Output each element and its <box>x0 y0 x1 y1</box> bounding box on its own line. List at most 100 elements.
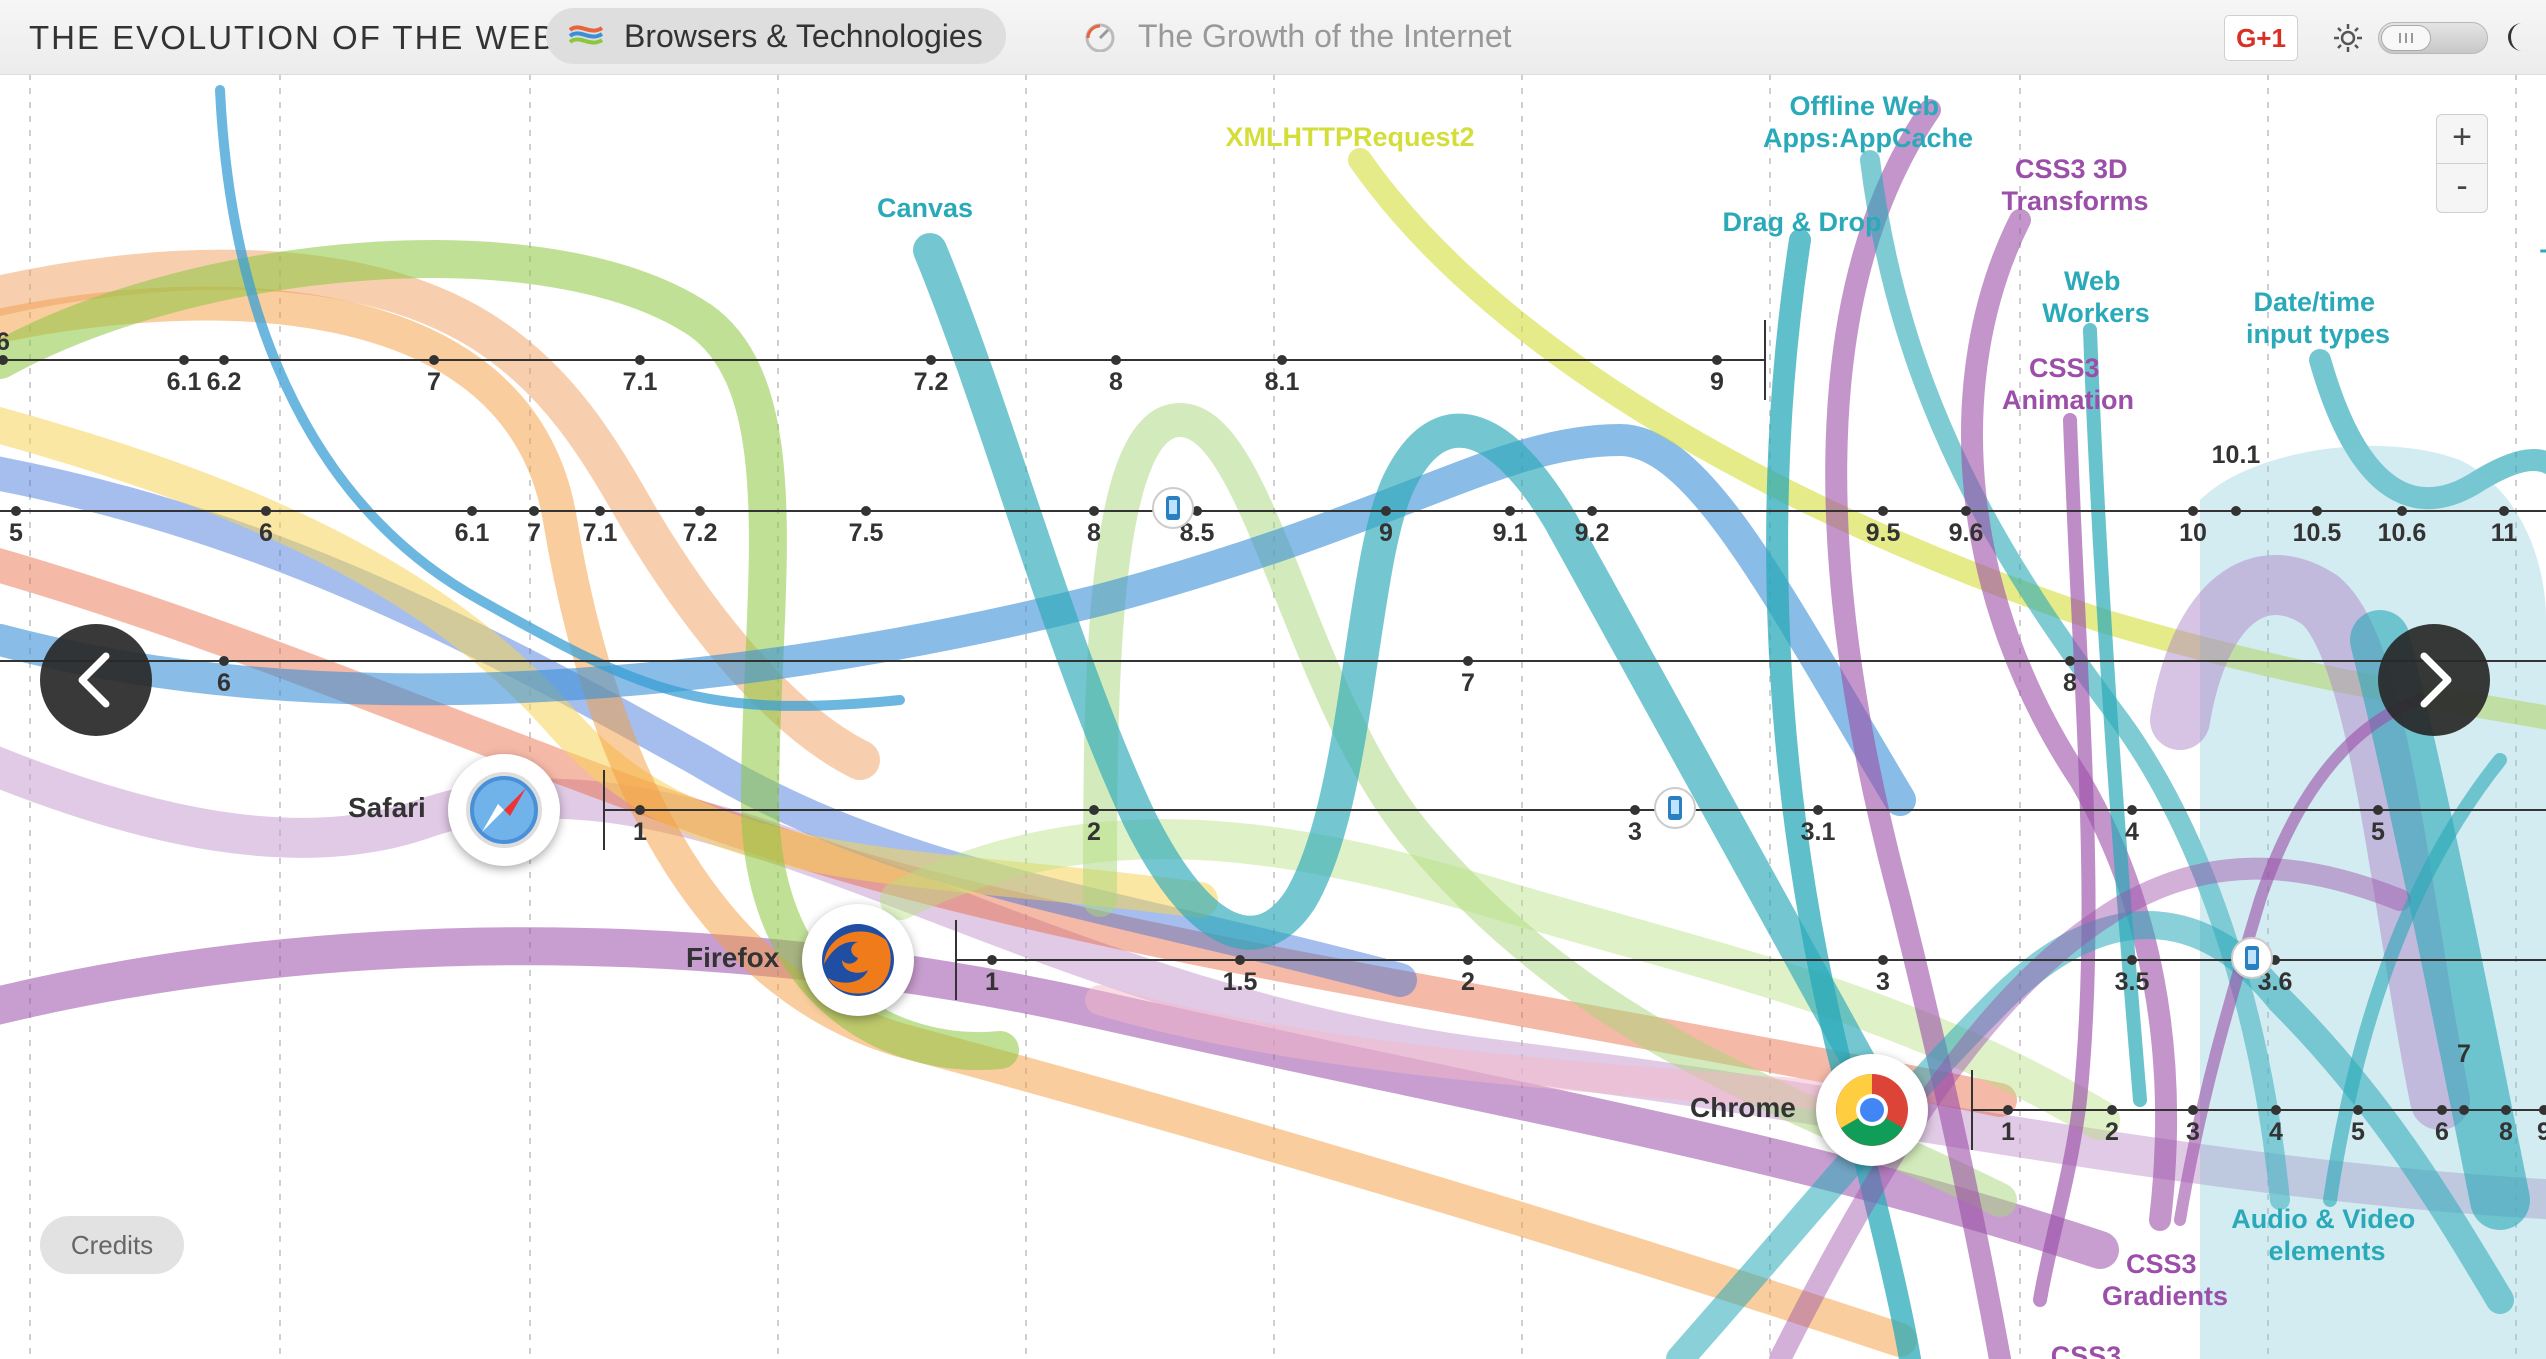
version-dot[interactable] <box>2437 1105 2447 1115</box>
version-dot[interactable] <box>219 355 229 365</box>
gauge-icon <box>1085 23 1115 52</box>
firefox-icon[interactable] <box>802 904 914 1016</box>
version-dot[interactable] <box>261 506 271 516</box>
version-dot[interactable] <box>2231 506 2241 516</box>
version-dot[interactable] <box>11 506 21 516</box>
top-navigation-bar: THE EVOLUTION OF THE WEB Browsers & Tech… <box>0 0 2546 75</box>
version-label: 6.2 <box>207 368 242 396</box>
version-label: 3 <box>1876 968 1890 996</box>
version-label: 8 <box>2063 669 2077 697</box>
version-dot[interactable] <box>635 805 645 815</box>
version-label: 8 <box>2499 1118 2513 1146</box>
version-dot[interactable] <box>635 355 645 365</box>
previous-arrow-button[interactable] <box>40 624 152 736</box>
version-label: 1 <box>633 818 647 846</box>
version-dot[interactable] <box>1878 955 1888 965</box>
browser-label-chrome: Chrome <box>1690 1092 1796 1123</box>
version-dot[interactable] <box>1813 805 1823 815</box>
version-dot[interactable] <box>2353 1105 2363 1115</box>
version-dot[interactable] <box>2373 805 2383 815</box>
version-label: 7 <box>527 519 541 547</box>
version-label: 6.1 <box>167 368 202 396</box>
chevron-left-icon <box>78 652 110 708</box>
visualization-canvas[interactable]: 66.1 6.2 7 7.1 7.2 8 8.1 95 6 6.1 7 7.1 7.2 7.5 8 8.5 9 9… <box>0 0 2546 1359</box>
version-dot[interactable] <box>2127 805 2137 815</box>
version-label: 4 <box>2269 1118 2283 1146</box>
version-dot[interactable] <box>2065 656 2075 666</box>
version-label: 5 <box>2351 1118 2365 1146</box>
tech-label-css3-3d-line1: CSS3 3D <box>2015 154 2128 184</box>
version-dot[interactable] <box>695 506 705 516</box>
version-dot[interactable] <box>1235 955 1245 965</box>
version-dot[interactable] <box>2107 1105 2117 1115</box>
version-dot[interactable] <box>219 656 229 666</box>
version-dot[interactable] <box>1505 506 1515 516</box>
tech-label-xmlhttprequest2: XMLHTTPRequest2 <box>1225 122 1474 152</box>
tech-label-css3-3d-transforms: CSS3 3D Transforms <box>2001 154 2148 216</box>
version-label: 8.1 <box>1265 368 1300 396</box>
tech-label-offline-line2: Apps:AppCache <box>1763 123 1973 153</box>
version-dot[interactable] <box>1878 506 1888 516</box>
version-dot[interactable] <box>2127 955 2137 965</box>
google-plus-one-button[interactable]: G+1 <box>2224 15 2298 61</box>
zoom-out-button[interactable]: - <box>2436 163 2488 213</box>
theme-toggle[interactable] <box>2378 22 2488 54</box>
version-dot[interactable] <box>2397 506 2407 516</box>
mobile-icon <box>2231 937 2273 979</box>
version-label: 7.1 <box>623 368 658 396</box>
version-dot[interactable] <box>1111 355 1121 365</box>
version-label: 2 <box>2105 1118 2119 1146</box>
mobile-icon <box>1152 487 1194 529</box>
next-arrow-button[interactable] <box>2378 624 2490 736</box>
sun-icon[interactable] <box>2332 22 2364 54</box>
moon-icon[interactable] <box>2502 20 2532 54</box>
version-dot[interactable] <box>2501 1105 2511 1115</box>
version-dot[interactable] <box>987 955 997 965</box>
credits-button[interactable]: Credits <box>40 1216 184 1274</box>
version-dot[interactable] <box>1463 656 1473 666</box>
safari-icon[interactable] <box>448 754 560 866</box>
version-dot[interactable] <box>2188 1105 2198 1115</box>
version-dot[interactable] <box>2499 506 2509 516</box>
chrome-icon[interactable] <box>1816 1054 1928 1166</box>
version-dot[interactable] <box>1630 805 1640 815</box>
version-dot[interactable] <box>2459 1105 2469 1115</box>
version-dot[interactable] <box>1089 805 1099 815</box>
version-dot[interactable] <box>2271 1105 2281 1115</box>
version-label: 5 <box>9 519 23 547</box>
version-dot[interactable] <box>2003 1105 2013 1115</box>
version-label: 7 <box>1461 669 1475 697</box>
version-dot[interactable] <box>1381 506 1391 516</box>
version-label: 7 <box>2457 1040 2471 1068</box>
version-dot[interactable] <box>429 355 439 365</box>
version-label: 10 <box>2179 519 2207 547</box>
version-dot[interactable] <box>1277 355 1287 365</box>
version-dot[interactable] <box>2312 506 2322 516</box>
version-label: 5 <box>2371 818 2385 846</box>
version-label: 7.2 <box>683 519 718 547</box>
version-label: 10.5 <box>2293 519 2342 547</box>
version-dot[interactable] <box>2188 506 2198 516</box>
zoom-in-button[interactable]: + <box>2436 114 2488 164</box>
version-label: 6 <box>0 328 10 356</box>
version-dot[interactable] <box>1961 506 1971 516</box>
version-dot[interactable] <box>467 506 477 516</box>
version-label: 9.5 <box>1866 519 1901 547</box>
tech-label-css3-bottom: CSS3 <box>2051 1341 2122 1359</box>
version-dot[interactable] <box>1463 955 1473 965</box>
version-dot[interactable] <box>179 355 189 365</box>
version-dot[interactable] <box>1587 506 1597 516</box>
version-label: 7.2 <box>914 368 949 396</box>
tab-growth-of-internet[interactable]: The Growth of the Internet <box>1060 8 1560 64</box>
tech-label-date-time-line1: Date/time <box>2253 287 2375 317</box>
mobile-icon <box>1654 787 1696 829</box>
version-dot[interactable] <box>529 506 539 516</box>
version-dot[interactable] <box>595 506 605 516</box>
tech-label-canvas: Canvas <box>877 193 973 223</box>
version-dot[interactable] <box>926 355 936 365</box>
version-dot[interactable] <box>861 506 871 516</box>
version-dot[interactable] <box>1089 506 1099 516</box>
version-dot[interactable] <box>1712 355 1722 365</box>
toggle-knob <box>2381 25 2431 51</box>
tab-browsers-technologies[interactable]: Browsers & Technologies <box>546 8 1006 64</box>
